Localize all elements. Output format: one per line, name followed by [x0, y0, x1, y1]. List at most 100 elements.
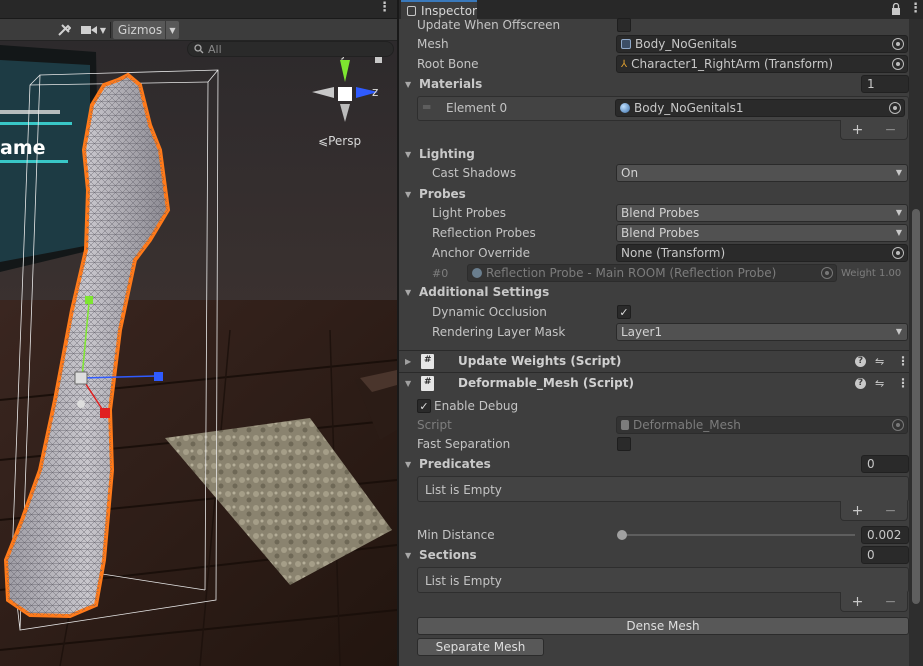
dense-mesh-button[interactable]: Dense Mesh [417, 617, 909, 635]
separate-mesh-button[interactable]: Separate Mesh [417, 638, 544, 656]
materials-count-field[interactable]: 1 [861, 75, 909, 93]
probes-row[interactable]: ▼ Probes [399, 184, 911, 204]
scrollbar-thumb[interactable] [912, 209, 920, 604]
remove-section-button[interactable]: − [885, 594, 897, 610]
min-distance-slider-knob[interactable] [617, 530, 627, 540]
tools-icon[interactable] [55, 21, 73, 39]
add-predicate-button[interactable]: + [852, 503, 864, 519]
help-icon[interactable]: ? [855, 377, 866, 389]
camera-dropdown-icon[interactable]: ▼ [98, 21, 108, 39]
rendering-layer-dropdown[interactable]: Layer1 ▼ [616, 323, 908, 341]
predicates-label: Predicates [419, 457, 491, 471]
min-distance-row: Min Distance 0.002 [399, 525, 911, 545]
min-distance-field[interactable]: 0.002 [861, 526, 909, 544]
light-probes-value: Blend Probes [621, 206, 700, 220]
update-offscreen-label: Update When Offscreen [417, 18, 561, 32]
root-bone-label: Root Bone [417, 57, 479, 71]
lighting-row[interactable]: ▼ Lighting [399, 144, 911, 164]
object-picker-icon[interactable] [892, 58, 904, 70]
component-menu-icon[interactable]: ⋮ [897, 354, 909, 368]
camera-icon[interactable] [78, 21, 100, 39]
preset-icon[interactable]: ⇋ [875, 355, 884, 368]
light-probes-dropdown[interactable]: Blend Probes ▼ [616, 204, 908, 222]
element-0-field[interactable]: Body_NoGenitals1 [615, 99, 905, 117]
cast-shadows-label: Cast Shadows [432, 166, 517, 180]
update-offscreen-row: Update When Offscreen [399, 15, 911, 35]
update-offscreen-checkbox[interactable] [617, 18, 631, 32]
gizmos-dropdown-icon[interactable]: ▼ [165, 21, 179, 39]
predicates-row[interactable]: ▼ Predicates 0 [399, 454, 911, 474]
gizmo-x-handle[interactable] [100, 408, 110, 418]
gizmos-button[interactable]: Gizmos [113, 21, 165, 39]
gizmo-center-handle[interactable] [74, 371, 88, 385]
mesh-row: Mesh Body_NoGenitals [399, 34, 911, 54]
object-picker-icon[interactable] [892, 247, 904, 259]
script-value: Deformable_Mesh [633, 418, 741, 432]
anchor-override-label: Anchor Override [432, 246, 531, 260]
scene-search-input[interactable] [208, 42, 388, 56]
predicates-list: List is Empty [417, 476, 909, 502]
update-weights-header[interactable]: ▶ Update Weights (Script) ? ⇋ ⋮ [399, 350, 911, 371]
scene-render[interactable]: ame y z [0, 0, 397, 666]
mesh-value: Body_NoGenitals [635, 37, 737, 51]
remove-predicate-button[interactable]: − [885, 503, 897, 519]
scene-overlay-text: ame [0, 137, 46, 159]
more-options-icon[interactable]: ⋮ [378, 0, 391, 15]
reflection-probes-value: Blend Probes [621, 226, 700, 240]
anchor-override-value: None (Transform) [621, 246, 726, 260]
help-icon[interactable]: ? [855, 355, 866, 367]
lighting-foldout-icon[interactable]: ▼ [405, 150, 413, 159]
additional-settings-row[interactable]: ▼ Additional Settings [399, 282, 911, 302]
chevron-down-icon: ▼ [895, 327, 902, 336]
component-menu-icon[interactable]: ⋮ [897, 376, 909, 390]
gizmo-y-handle[interactable] [85, 296, 93, 304]
script-row: Script Deformable_Mesh [399, 415, 911, 435]
dynamic-occlusion-checkbox[interactable]: ✓ [617, 305, 631, 319]
object-picker-icon[interactable] [892, 38, 904, 50]
add-section-button[interactable]: + [852, 594, 864, 610]
sections-foldout-icon[interactable]: ▼ [405, 551, 413, 560]
scene-top-bar: ⋮ [0, 0, 397, 19]
reflection-probes-dropdown[interactable]: Blend Probes ▼ [616, 224, 908, 242]
scene-search-field[interactable] [187, 41, 394, 57]
element-0-value: Body_NoGenitals1 [634, 101, 744, 115]
fast-separation-checkbox[interactable] [617, 437, 631, 451]
enable-debug-checkbox[interactable]: ✓ [417, 399, 431, 413]
object-picker-icon[interactable] [889, 102, 901, 114]
additional-settings-foldout-icon[interactable]: ▼ [405, 288, 413, 297]
add-element-button[interactable]: + [852, 122, 864, 138]
sections-row[interactable]: ▼ Sections 0 [399, 545, 911, 565]
cast-shadows-dropdown[interactable]: On ▼ [616, 164, 908, 182]
more-options-icon[interactable]: ⋮ [909, 1, 922, 16]
probes-foldout-icon[interactable]: ▼ [405, 190, 413, 199]
inspector-scrollbar[interactable] [909, 19, 923, 666]
collapsed-foldout-icon[interactable]: ▶ [405, 357, 413, 366]
min-distance-slider-track[interactable] [621, 534, 855, 536]
fast-separation-label: Fast Separation [417, 437, 511, 451]
root-bone-field[interactable]: ⅄ Character1_RightArm (Transform) [616, 55, 908, 73]
expanded-foldout-icon[interactable]: ▼ [405, 379, 413, 388]
materials-foldout-icon[interactable]: ▼ [405, 80, 413, 89]
persp-toggle[interactable]: ⩽Persp [318, 134, 361, 148]
script-file-icon [621, 420, 629, 430]
chevron-down-icon: ▼ [895, 228, 902, 237]
predicates-count-field[interactable]: 0 [861, 455, 909, 473]
scene-view[interactable]: ame y z ⋮ [0, 0, 397, 666]
preset-icon[interactable]: ⇋ [875, 377, 884, 390]
drag-handle-icon[interactable]: ═ [423, 100, 430, 114]
gizmo-z-handle[interactable] [154, 372, 163, 381]
remove-element-button[interactable]: − [885, 122, 897, 138]
materials-row[interactable]: ▼ Materials 1 [399, 74, 911, 94]
mesh-field[interactable]: Body_NoGenitals [616, 35, 908, 53]
update-weights-title: Update Weights (Script) [458, 354, 622, 368]
reflection-probes-row: Reflection Probes Blend Probes ▼ [399, 223, 911, 243]
element-0-label: Element 0 [446, 101, 508, 115]
search-icon [194, 44, 204, 54]
materials-label: Materials [419, 77, 483, 91]
deformable-mesh-header[interactable]: ▼ Deformable_Mesh (Script) ? ⇋ ⋮ [399, 372, 911, 393]
predicates-foldout-icon[interactable]: ▼ [405, 460, 413, 469]
sections-count-field[interactable]: 0 [861, 546, 909, 564]
root-bone-row: Root Bone ⅄ Character1_RightArm (Transfo… [399, 54, 911, 74]
sections-empty-label: List is Empty [425, 574, 502, 588]
anchor-override-field[interactable]: None (Transform) [616, 244, 908, 262]
